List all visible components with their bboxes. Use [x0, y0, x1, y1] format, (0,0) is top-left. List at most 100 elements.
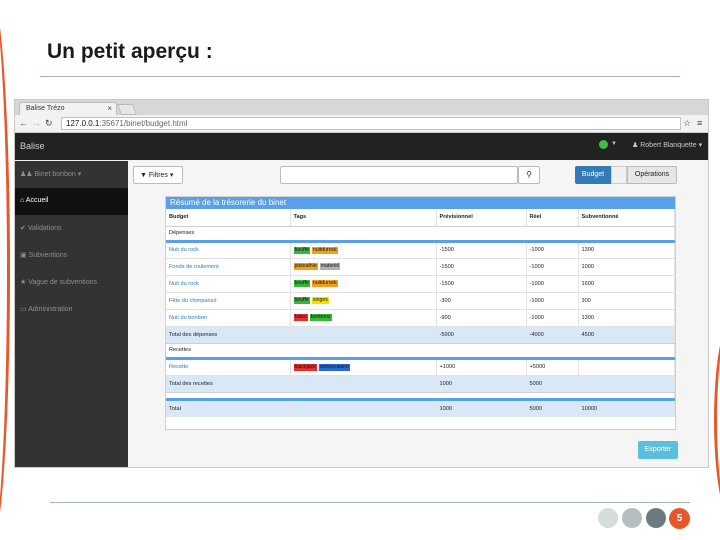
url-path: :35671/binet/budget.html	[99, 119, 188, 128]
reel-value: -4000	[526, 326, 579, 344]
operations-button[interactable]: Opérations	[627, 166, 677, 184]
tab-title: Balise Trézo	[26, 105, 65, 112]
section-gap	[166, 392, 675, 401]
sidebar-item-binet[interactable]: ♟♟ Binet bonbon ▾	[15, 161, 128, 188]
tag-badge[interactable]: bonbons	[309, 314, 332, 321]
sidebar-item-accueil[interactable]: ⌂ Accueil	[15, 188, 128, 215]
previsionnel-value: 1000	[436, 375, 527, 393]
sidebar-item-label: Binet bonbon ▾	[34, 171, 82, 178]
previsionnel-value: -1500	[436, 258, 527, 276]
previsionnel-value: -900	[436, 309, 527, 327]
tag-badge[interactable]: soiréecasino	[318, 363, 350, 371]
tag-badge[interactable]: bouffe	[293, 297, 310, 304]
user-menu[interactable]: ♟ Robert Blanquette ▾	[632, 141, 702, 149]
tab-close-icon[interactable]: ×	[107, 104, 112, 113]
sidebar-item-validations[interactable]: ✔ Validations	[15, 215, 128, 242]
back-icon[interactable]: ←	[19, 118, 28, 128]
address-bar: ← → ↻ 127.0.0.1:35671/binet/budget.html …	[15, 115, 708, 133]
budget-link[interactable]: Fête du chimpanzé	[166, 292, 291, 310]
table-row: Fonds de roulement pisteathle materiel -150…	[166, 258, 675, 276]
previsionnel-value: +1000	[436, 358, 527, 376]
panel-title: Résumé de la trésorerie du binet	[166, 197, 675, 209]
col-header-previsionnel: Prévisionnel	[436, 209, 527, 227]
subventionne-value: 4500	[578, 326, 675, 344]
tag-badge[interactable]: nuitdurock	[311, 280, 338, 287]
subventionne-value: 1000	[578, 258, 675, 276]
slide-title: Un petit aperçu :	[47, 40, 213, 63]
tag-badge[interactable]: folies	[293, 314, 308, 321]
total-label: Total des dépenses	[166, 326, 291, 344]
url-host: 127.0.0.1	[66, 119, 100, 128]
new-tab-button[interactable]	[116, 104, 138, 115]
budget-link[interactable]: Fonds de roulement	[166, 258, 291, 276]
reel-value: 5000	[526, 399, 579, 417]
reel-value: -1000	[526, 241, 579, 259]
forward-icon[interactable]: →	[32, 118, 41, 128]
table-row: Nuit du rock bouffe nuitdurock -1500 -1000 13…	[166, 241, 675, 259]
footer-dot	[598, 508, 618, 528]
previsionnel-value: -1500	[436, 241, 527, 259]
settings-dropdown-icon[interactable]: ▼	[611, 141, 617, 147]
subventionne-value: 1600	[578, 275, 675, 293]
search-icon[interactable]: ⚲	[518, 166, 540, 184]
sidebar-item-vague[interactable]: ★ Vague de subventions	[15, 269, 128, 296]
reel-value: -1000	[526, 309, 579, 327]
sidebar-item-administration[interactable]: ▭ Administration	[15, 296, 128, 323]
toggle-separator[interactable]	[611, 166, 627, 184]
tag-badge[interactable]: singes	[311, 297, 329, 304]
reel-value: -1000	[526, 292, 579, 310]
budget-link[interactable]: Nuit du rock	[166, 241, 291, 259]
subventionne-value: 300	[578, 292, 675, 310]
col-header-subventionne: Subventionné	[578, 209, 675, 227]
browser-tab[interactable]: Balise Trézo ×	[19, 102, 117, 115]
table-row: Nuit du rock bouffe nuitdurock -1500 -1000 16…	[166, 275, 675, 293]
main-content: ▼ Filtres ▾ ⚲ Budget Opérations Résumé d…	[128, 161, 708, 467]
filter-label: Filtres ▾	[148, 172, 174, 179]
previsionnel-value: -5000	[436, 326, 527, 344]
tag-badge[interactable]: pisteathle	[293, 263, 318, 270]
budget-link[interactable]: Nuit du rock	[166, 275, 291, 293]
empty-cell	[290, 399, 437, 417]
table-row: Fête du chimpanzé bouffe singes -300 -1000 30…	[166, 292, 675, 310]
table-row: Recette blackjack soiréecasino +1000 +5000	[166, 358, 675, 376]
bookmark-star-icon[interactable]: ☆	[683, 118, 691, 129]
col-header-budget: Budget	[166, 209, 291, 227]
budget-link[interactable]: Recette	[166, 358, 291, 376]
sidebar-item-subventions[interactable]: ▣ Subventions	[15, 242, 128, 269]
reel-value: -1000	[526, 258, 579, 276]
browser-window: Balise Trézo × ← → ↻ 127.0.0.1:35671/bin…	[14, 99, 709, 468]
tag-badge[interactable]: materiel	[319, 263, 341, 270]
col-header-reel: Réel	[526, 209, 579, 227]
filter-button[interactable]: ▼ Filtres ▾	[133, 166, 183, 184]
tag-badge[interactable]: bouffe	[293, 246, 310, 254]
search-input[interactable]	[280, 166, 518, 184]
url-input[interactable]: 127.0.0.1:35671/binet/budget.html	[61, 117, 681, 130]
title-divider	[40, 76, 680, 77]
export-button[interactable]: Exporter	[638, 441, 678, 459]
sidebar: ♟♟ Binet bonbon ▾ ⌂ Accueil ✔ Validation…	[15, 161, 128, 467]
right-decorative-arc	[714, 320, 720, 520]
treasury-panel: Résumé de la trésorerie du binet Budget …	[165, 196, 676, 430]
total-label: Total	[166, 399, 291, 417]
subventionne-value: 10000	[578, 399, 675, 417]
table-row: Nuit du bonbon folies bonbons -900 -1000 1300	[166, 309, 675, 327]
app-brand[interactable]: Balise	[20, 141, 45, 151]
sidebar-item-label: Administration	[28, 306, 73, 313]
tag-badge[interactable]: blackjack	[293, 363, 317, 371]
left-decorative-arc	[0, 0, 10, 540]
tags-cell: bouffe singes	[290, 292, 437, 310]
tags-cell: blackjack soiréecasino	[290, 358, 437, 376]
footer-dots	[598, 508, 666, 528]
budget-link[interactable]: Nuit du bonbon	[166, 309, 291, 327]
menu-icon[interactable]: ≡	[697, 118, 702, 128]
tags-cell: bouffe nuitdurock	[290, 241, 437, 259]
tag-badge[interactable]: bouffe	[293, 280, 310, 287]
subventionne-value: 1300	[578, 309, 675, 327]
tag-badge[interactable]: nuitdurock	[311, 246, 338, 254]
subventionne-value	[578, 358, 675, 376]
sidebar-item-label: Validations	[27, 225, 62, 232]
budget-button[interactable]: Budget	[575, 166, 611, 184]
reload-icon[interactable]: ↻	[45, 118, 53, 129]
gap-cell	[166, 392, 675, 401]
settings-gear-icon[interactable]	[599, 140, 608, 149]
